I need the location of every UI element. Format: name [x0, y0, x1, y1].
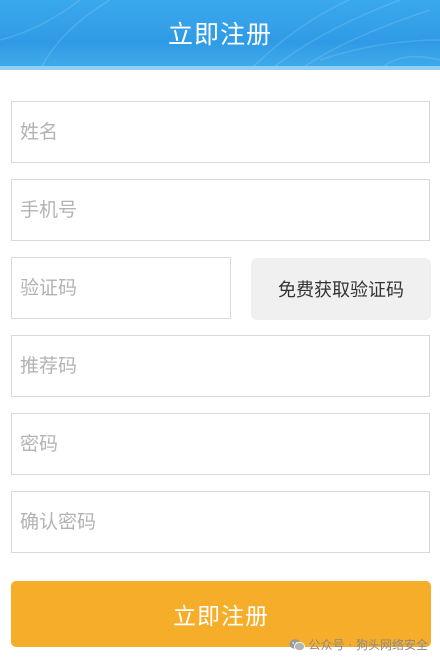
- phone-field[interactable]: [11, 179, 430, 241]
- header-divider: [0, 66, 440, 70]
- referral-code-input[interactable]: [12, 336, 429, 396]
- page-title: 立即注册: [167, 20, 272, 49]
- wechat-icon: [289, 638, 305, 651]
- phone-input[interactable]: [12, 180, 429, 240]
- watermark-text: 公众号 · 狗头网络安全: [308, 638, 428, 652]
- password-field[interactable]: [11, 413, 430, 475]
- watermark: 公众号 · 狗头网络安全: [289, 636, 428, 653]
- verification-code-input[interactable]: [12, 258, 230, 318]
- name-input[interactable]: [12, 102, 429, 162]
- verification-code-field[interactable]: [11, 257, 231, 319]
- password-input[interactable]: [12, 414, 429, 474]
- referral-code-field[interactable]: [11, 335, 430, 397]
- confirm-password-field[interactable]: [11, 491, 430, 553]
- confirm-password-input[interactable]: [12, 492, 429, 552]
- get-verification-code-button[interactable]: 免费获取验证码: [251, 258, 431, 320]
- header-bar: 立即注册: [0, 0, 440, 70]
- name-field[interactable]: [11, 101, 430, 163]
